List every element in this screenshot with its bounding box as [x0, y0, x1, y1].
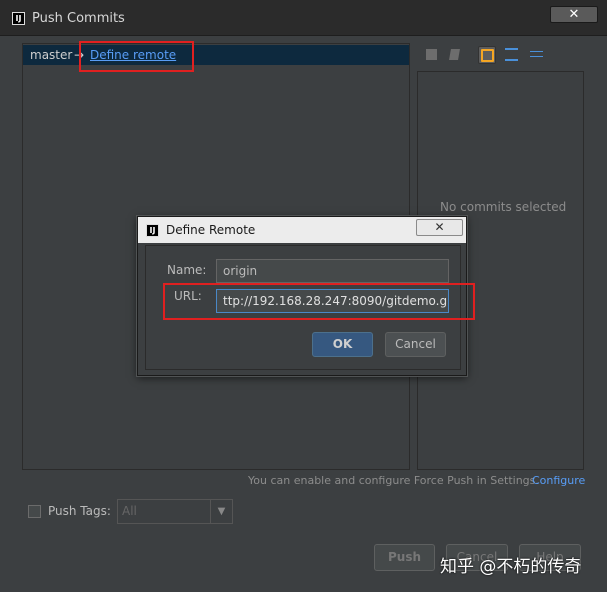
dialog-cancel-button[interactable]: Cancel: [385, 332, 446, 357]
dialog-title: Define Remote: [166, 223, 256, 237]
edit-icon[interactable]: [447, 46, 465, 64]
tags-select-value: All: [122, 504, 137, 518]
dialog-close-button[interactable]: ✕: [416, 219, 463, 236]
highlight-box: [163, 283, 475, 320]
window-close-button[interactable]: ✕: [550, 6, 598, 23]
collapse-all-icon[interactable]: [528, 46, 546, 64]
push-button[interactable]: Push: [374, 544, 435, 571]
push-settings-icon[interactable]: [423, 46, 441, 64]
no-commits-message: No commits selected: [440, 200, 567, 214]
force-push-hint: You can enable and configure Force Push …: [248, 474, 539, 487]
window-title: Push Commits: [32, 11, 125, 26]
local-branch-name: master: [30, 48, 73, 62]
ok-button[interactable]: OK: [312, 332, 373, 357]
configure-link[interactable]: Configure: [532, 474, 585, 487]
remote-name-field[interactable]: origin: [216, 259, 449, 283]
push-tags-label[interactable]: Push Tags:: [48, 504, 111, 518]
folder-icon[interactable]: [478, 46, 496, 64]
push-tags-checkbox[interactable]: [28, 505, 41, 518]
remote-name-label: Name:: [167, 263, 207, 277]
intellij-logo-icon: IJ: [12, 12, 25, 25]
watermark-text: 知乎 @不朽的传奇: [440, 557, 582, 577]
intellij-logo-icon: IJ: [146, 224, 159, 237]
expand-all-icon[interactable]: [503, 46, 521, 64]
chevron-down-icon[interactable]: ▼: [210, 500, 232, 523]
highlight-box: [79, 41, 194, 72]
